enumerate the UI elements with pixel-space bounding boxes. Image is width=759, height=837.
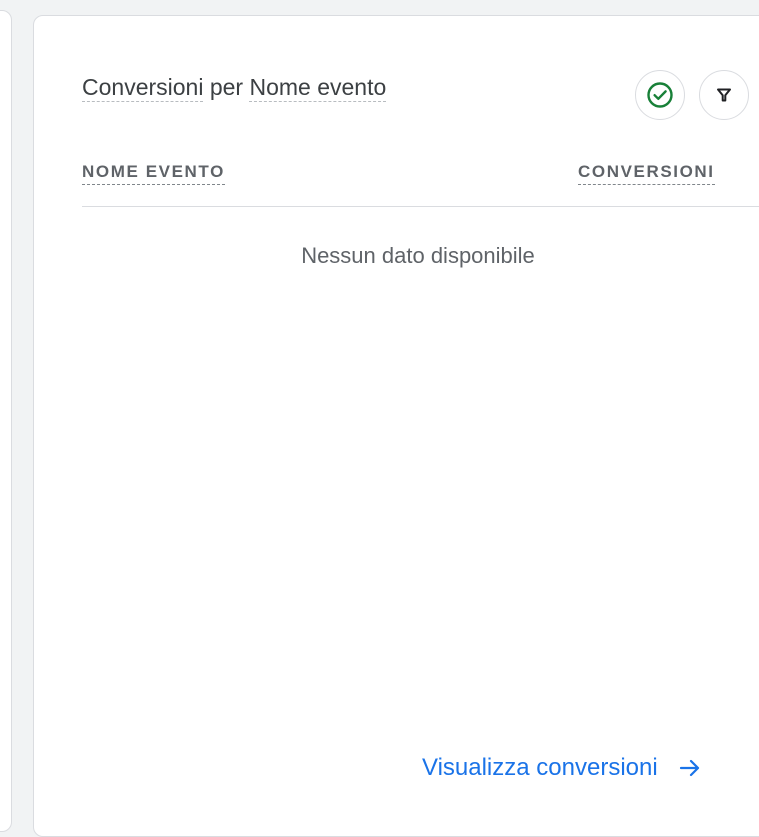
column-header-event-name[interactable]: NOME EVENTO: [82, 160, 225, 185]
title-metric[interactable]: Conversioni: [82, 74, 204, 102]
arrow-right-icon: [679, 759, 699, 777]
column-header-event-name-label: NOME EVENTO: [82, 162, 225, 185]
view-conversions-link[interactable]: Visualizza conversioni: [422, 752, 702, 784]
view-conversions-label: Visualizza conversioni: [422, 754, 658, 781]
conversions-card: [33, 15, 759, 837]
card-title: Conversioni per Nome evento: [82, 72, 387, 102]
empty-state-message: Nessun dato disponibile: [301, 243, 535, 268]
check-circle-icon: [647, 82, 673, 108]
title-connector: per: [209, 74, 244, 100]
column-header-conversions-label: CONVERSIONI: [578, 162, 715, 185]
filter-button[interactable]: [699, 70, 749, 120]
left-card-edge: [0, 10, 12, 832]
title-dimension[interactable]: Nome evento: [249, 74, 387, 102]
filter-icon: [717, 88, 731, 102]
header-divider: [82, 206, 759, 207]
column-header-conversions[interactable]: CONVERSIONI: [578, 160, 715, 185]
status-button[interactable]: [635, 70, 685, 120]
